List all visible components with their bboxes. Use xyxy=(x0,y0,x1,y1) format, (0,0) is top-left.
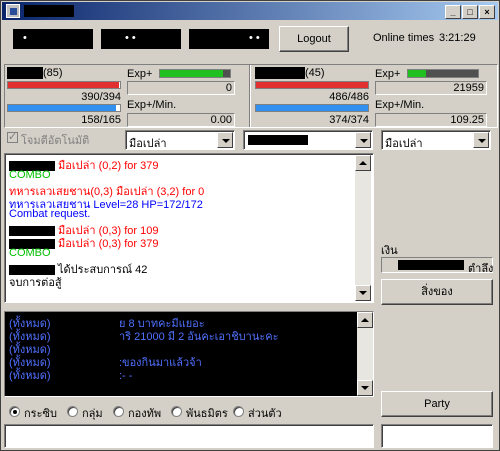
battle-log-line: COMBO xyxy=(9,247,51,259)
auto-attack-label: โจมตีอัตโนมัติ xyxy=(21,135,90,147)
left-exp-min-box: 0.00 xyxy=(127,113,235,127)
right-mp-bar xyxy=(255,104,369,112)
minimize-button[interactable]: _ xyxy=(445,5,461,19)
battle-log-line: COMBO xyxy=(9,169,51,181)
stats-divider xyxy=(249,65,251,127)
battle-log-text: Combat request. xyxy=(9,208,91,220)
right-exp-bar xyxy=(407,69,479,78)
battle-log-text: COMBO xyxy=(9,169,51,181)
items-button[interactable]: สิ่งของ xyxy=(381,279,493,305)
chevron-down-icon[interactable] xyxy=(355,132,371,148)
chat-mode-radio[interactable] xyxy=(171,406,182,417)
target-select[interactable] xyxy=(243,130,373,150)
chat-message: าริ 21000 มี 2 อันคะเอาชิบานะคะ xyxy=(119,331,279,343)
game-window: _ □ × • • • • • Logout Online times 3:21… xyxy=(0,0,500,451)
chevron-down-icon[interactable] xyxy=(217,132,233,148)
right-player-name-redacted xyxy=(255,67,305,79)
right-exp-min-label: Exp+/Min. xyxy=(375,99,425,111)
left-hp-bar xyxy=(7,81,121,89)
chat-mode-label[interactable]: ส่วนตัว xyxy=(248,404,282,422)
right-hp-bar xyxy=(255,81,369,89)
chat-mode-radio[interactable] xyxy=(67,406,78,417)
right-exp-value: 21959 xyxy=(453,82,484,94)
left-exp-label: Exp+ xyxy=(127,68,153,80)
chat-mode-radio[interactable] xyxy=(9,406,20,417)
server-field[interactable]: • • xyxy=(101,29,181,49)
right-exp-min-value: 109.25 xyxy=(450,114,484,126)
left-mp-value: 158/165 xyxy=(81,114,121,126)
battle-log-line: จบการต่อสู้ xyxy=(9,273,62,291)
close-button[interactable]: × xyxy=(479,5,495,19)
battle-log-text: ได้ประสบการณ์ 42 xyxy=(58,264,148,276)
battle-log-text: มือเปล่า (0,3) for 379 xyxy=(58,238,159,250)
chat-mode-radio[interactable] xyxy=(233,406,244,417)
battle-log-text: มือเปล่า (0,2) for 379 xyxy=(58,160,159,172)
party-button[interactable]: Party xyxy=(381,391,493,417)
target-name-redacted xyxy=(248,135,308,145)
chat-mode-label[interactable]: พันธมิตร xyxy=(186,404,228,422)
money-suffix: ตำลึง xyxy=(468,263,494,275)
account-field-text: • xyxy=(23,32,27,44)
battle-log-line: Combat request. xyxy=(9,208,90,220)
scroll-down-icon[interactable] xyxy=(357,380,373,396)
auto-attack-checkbox[interactable]: ✓ xyxy=(7,131,18,143)
left-exp-min-label: Exp+/Min. xyxy=(127,99,177,111)
left-exp-min-value: 0.00 xyxy=(210,114,232,126)
chat-input[interactable] xyxy=(4,424,374,448)
chat-mode-label[interactable]: กองทัพ xyxy=(128,404,161,422)
character-field-text: • • xyxy=(249,32,260,44)
online-times-label: Online times xyxy=(373,32,435,44)
title-bar[interactable]: _ □ × xyxy=(2,2,498,20)
left-weapon-value: มือเปล่า xyxy=(129,138,167,150)
left-exp-bar xyxy=(159,69,231,78)
left-exp-box: 0 xyxy=(127,81,235,95)
right-exp-label: Exp+ xyxy=(375,68,401,80)
scroll-up-icon[interactable] xyxy=(355,155,371,171)
money-value-redacted xyxy=(398,260,464,270)
battle-log-scrollbar[interactable] xyxy=(355,155,371,301)
battle-log-text: จบการต่อสู้ xyxy=(9,277,62,289)
right-weapon-select[interactable]: มือเปล่า xyxy=(381,130,491,150)
chat-mode-radio[interactable] xyxy=(113,406,124,417)
battle-log[interactable]: มือเปล่า (0,2) for 379 COMBO ทหารเลวเสยชาน… xyxy=(4,153,374,303)
app-icon xyxy=(6,4,20,18)
left-exp-value: 0 xyxy=(225,82,232,94)
character-field[interactable]: • • xyxy=(189,29,269,49)
chat-scrollbar[interactable] xyxy=(357,312,373,396)
left-player-level: (85) xyxy=(43,67,63,79)
right-exp-box: 21959 xyxy=(375,81,487,95)
maximize-button[interactable]: □ xyxy=(462,5,478,19)
scroll-down-icon[interactable] xyxy=(355,285,371,301)
left-mp-bar xyxy=(7,104,121,112)
right-exp-min-box: 109.25 xyxy=(375,113,487,127)
right-weapon-value: มือเปล่า xyxy=(385,138,423,150)
logout-button[interactable]: Logout xyxy=(279,26,349,52)
left-player-name-redacted xyxy=(7,67,43,79)
chat-log[interactable]: (ทั้งหมด) ย 8 บาทคะมีแยอะ (ทั้งหมด) าริ 210… xyxy=(4,311,374,397)
chat-message: :- - xyxy=(119,370,133,382)
online-times-value: 3:21:29 xyxy=(439,32,476,44)
money-box: ตำลึง xyxy=(381,257,493,275)
chat-mode-label[interactable]: กลุ่ม xyxy=(82,404,103,422)
scroll-up-icon[interactable] xyxy=(357,312,373,328)
right-player-level: (45) xyxy=(305,67,325,79)
right-hp-value: 486/486 xyxy=(329,91,369,103)
left-weapon-select[interactable]: มือเปล่า xyxy=(125,130,235,150)
chevron-down-icon[interactable] xyxy=(473,132,489,148)
check-mark-icon: ✓ xyxy=(8,131,18,143)
server-field-text: • • xyxy=(125,32,136,44)
left-hp-value: 390/394 xyxy=(81,91,121,103)
chat-channel: (ทั้งหมด) xyxy=(9,370,51,382)
window-title-redacted xyxy=(24,5,74,17)
whisper-target-input[interactable] xyxy=(381,424,493,448)
account-field[interactable]: • xyxy=(13,29,93,49)
right-mp-value: 374/374 xyxy=(329,114,369,126)
chat-mode-label[interactable]: กระซิบ xyxy=(24,404,57,422)
chat-line: (ทั้งหมด) :- - xyxy=(9,366,132,384)
battle-log-text: COMBO xyxy=(9,247,51,259)
